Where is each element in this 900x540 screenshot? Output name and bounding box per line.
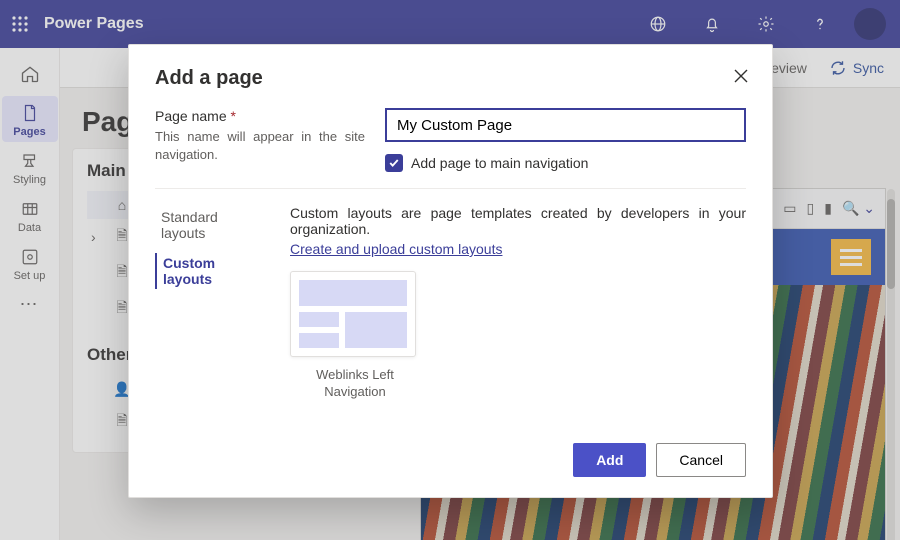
zoom-icon[interactable]: 🔍 ⌄ [842, 200, 875, 217]
left-nav: Pages Styling Data Set up ⋯ [0, 48, 60, 540]
add-page-dialog: Add a page Page name * This name will ap… [128, 44, 773, 498]
nav-setup[interactable]: Set up [2, 240, 58, 286]
page-name-hint: This name will appear in the site naviga… [155, 128, 365, 164]
close-icon[interactable] [726, 61, 756, 91]
brush-icon [21, 152, 39, 172]
nav-more[interactable]: ⋯ [20, 294, 40, 315]
nav-pages[interactable]: Pages [2, 96, 58, 142]
nav-label: Pages [13, 126, 45, 138]
nav-data[interactable]: Data [2, 192, 58, 238]
required-marker: * [231, 108, 236, 124]
add-to-nav-label: Add page to main navigation [411, 155, 588, 171]
avatar[interactable] [854, 8, 886, 40]
nav-styling[interactable]: Styling [2, 144, 58, 190]
device-phone-icon[interactable]: ▮ [824, 200, 832, 217]
nav-home[interactable] [2, 54, 58, 94]
scrollbar[interactable] [887, 189, 895, 540]
cancel-button[interactable]: Cancel [656, 443, 746, 477]
app-title: Power Pages [44, 15, 144, 33]
nav-label: Styling [13, 174, 46, 186]
app-header: Power Pages [0, 0, 900, 48]
layout-caption: Weblinks Left Navigation [290, 367, 420, 401]
layout-option-weblinks-left[interactable]: Weblinks Left Navigation [290, 271, 420, 401]
app-launcher-icon[interactable] [10, 14, 30, 34]
table-icon [21, 200, 39, 220]
device-desktop-icon[interactable]: ▭ [783, 200, 796, 217]
gear-small-icon [21, 248, 39, 268]
hamburger-icon[interactable] [831, 239, 871, 275]
browse-icon[interactable] [638, 0, 678, 48]
checkbox-checked-icon [385, 154, 403, 172]
layout-thumbnail [290, 271, 416, 357]
sync-label: Sync [853, 60, 884, 76]
tab-standard-layouts[interactable]: Standard layouts [155, 207, 270, 243]
page-name-input[interactable] [385, 108, 746, 142]
nav-label: Set up [14, 270, 46, 282]
add-to-nav-checkbox[interactable]: Add page to main navigation [385, 154, 746, 172]
divider [155, 188, 746, 189]
bell-icon[interactable] [692, 0, 732, 48]
help-icon[interactable] [800, 0, 840, 48]
dialog-title: Add a page [155, 67, 746, 90]
page-name-label: Page name [155, 108, 227, 124]
device-tablet-icon[interactable]: ▯ [807, 200, 815, 217]
tab-custom-layouts[interactable]: Custom layouts [155, 253, 270, 289]
gear-icon[interactable] [746, 0, 786, 48]
create-upload-layouts-link[interactable]: Create and upload custom layouts [290, 241, 502, 257]
custom-layout-description: Custom layouts are page templates create… [290, 205, 746, 237]
sync-button[interactable]: Sync [829, 59, 884, 77]
add-button[interactable]: Add [573, 443, 646, 477]
nav-label: Data [18, 222, 41, 234]
page-icon [21, 104, 39, 124]
